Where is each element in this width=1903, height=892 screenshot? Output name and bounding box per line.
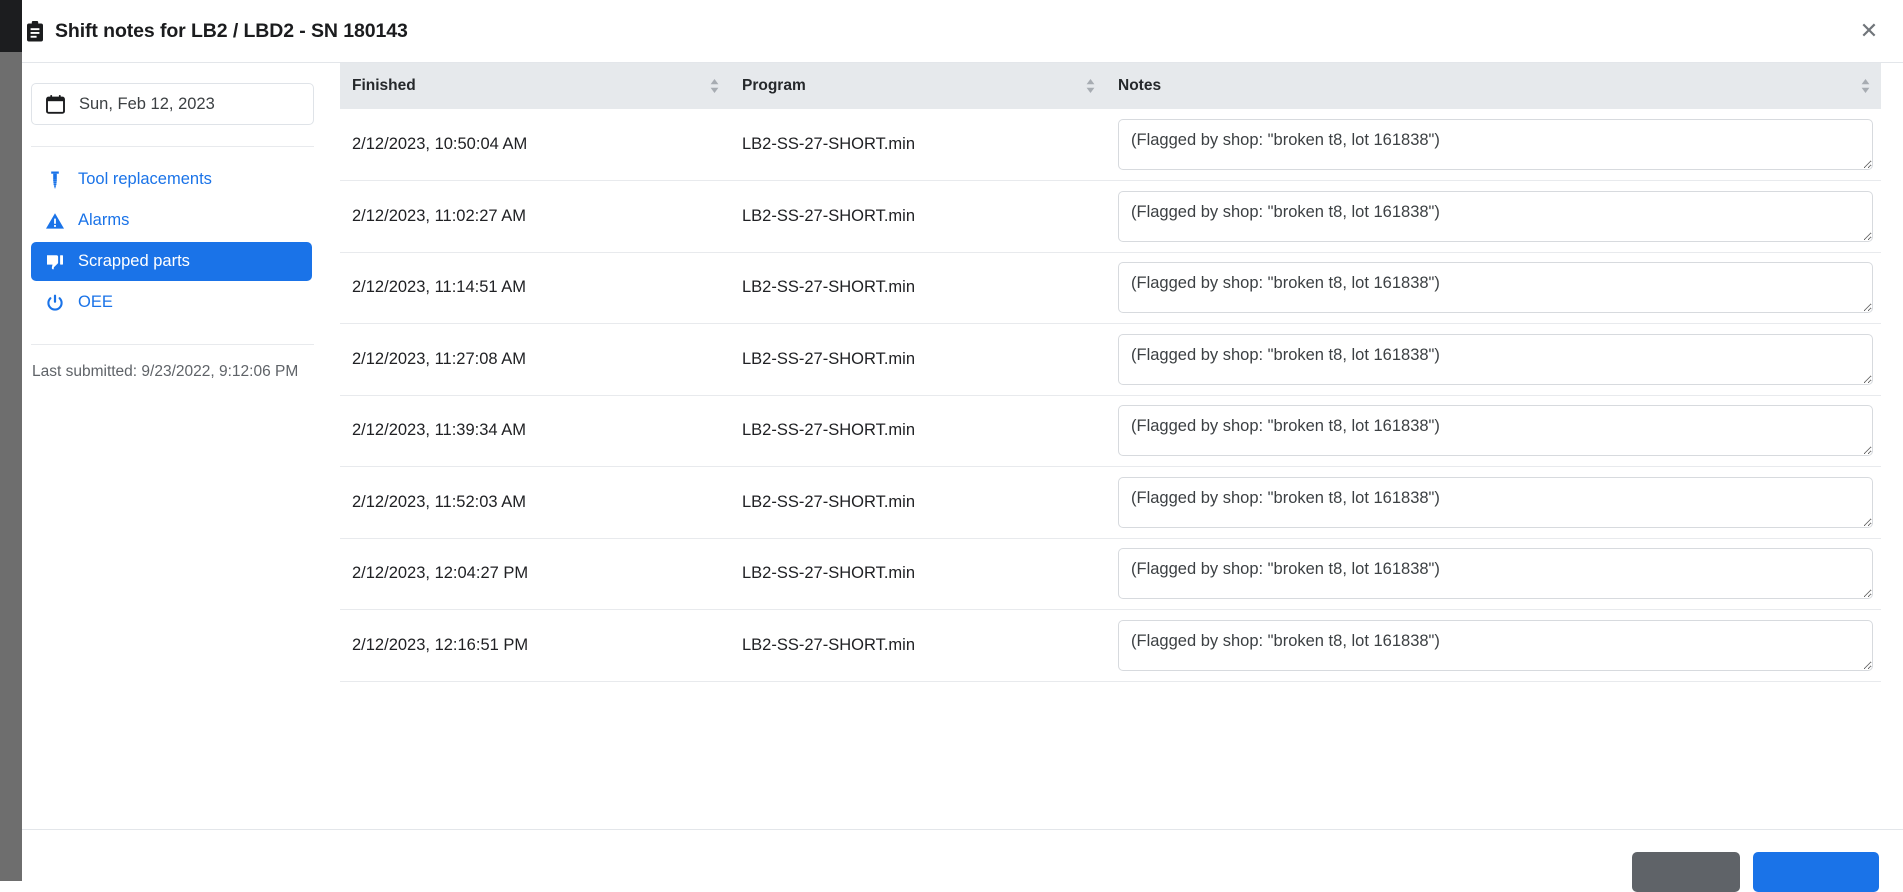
- cell-finished: 2/12/2023, 12:16:51 PM: [340, 609, 730, 682]
- sidebar-divider-bottom: [31, 344, 314, 345]
- sidebar-item-scrapped-parts[interactable]: Scrapped parts: [31, 242, 312, 281]
- thumbs-down-icon: [47, 254, 63, 269]
- table-header-row: Finished Program Notes: [340, 63, 1881, 109]
- note-input[interactable]: [1118, 548, 1873, 600]
- cell-program: LB2-SS-27-SHORT.min: [730, 609, 1106, 682]
- close-icon[interactable]: ✕: [1847, 10, 1891, 52]
- note-input[interactable]: [1118, 190, 1873, 242]
- column-header-program[interactable]: Program: [730, 63, 1106, 109]
- page-title: Shift notes for LB2 / LBD2 - SN 180143: [55, 19, 408, 42]
- note-input[interactable]: [1118, 476, 1873, 528]
- table-row: 2/12/2023, 12:16:51 PM LB2-SS-27-SHORT.mi…: [340, 609, 1881, 682]
- cell-program: LB2-SS-27-SHORT.min: [730, 538, 1106, 610]
- column-header-label: Notes: [1118, 77, 1162, 94]
- note-input[interactable]: [1118, 333, 1873, 385]
- cancel-button[interactable]: [1632, 852, 1740, 892]
- table-row: 2/12/2023, 11:02:27 AM LB2-SS-27-SHORT.mi…: [340, 180, 1881, 253]
- table-area: Finished Program Notes 2/12/2023, 10:50:…: [340, 63, 1903, 829]
- drill-bit-icon: [51, 171, 59, 189]
- table-row: 2/12/2023, 10:50:04 AM LB2-SS-27-SHORT.mi…: [340, 109, 1881, 181]
- column-header-notes[interactable]: Notes: [1106, 63, 1881, 109]
- cell-notes: [1106, 180, 1881, 253]
- sidebar-item-oee[interactable]: OEE: [31, 283, 312, 322]
- cell-finished: 2/12/2023, 11:27:08 AM: [340, 323, 730, 396]
- modal-title-wrap: Shift notes for LB2 / LBD2 - SN 180143: [26, 20, 408, 43]
- table-row: 2/12/2023, 11:14:51 AM LB2-SS-27-SHORT.mi…: [340, 252, 1881, 324]
- calendar-icon: [46, 94, 65, 114]
- cell-finished: 2/12/2023, 10:50:04 AM: [340, 109, 730, 181]
- column-header-label: Program: [742, 77, 806, 94]
- cell-notes: [1106, 395, 1881, 467]
- sidebar: Sun, Feb 12, 2023 Tool replacements Alar…: [0, 63, 340, 829]
- clipboard-icon: [27, 20, 43, 41]
- cell-program: LB2-SS-27-SHORT.min: [730, 252, 1106, 324]
- last-submitted-text: Last submitted: 9/23/2022, 9:12:06 PM: [32, 363, 299, 380]
- sort-arrows-icon: [1086, 79, 1095, 93]
- cell-finished: 2/12/2023, 11:52:03 AM: [340, 466, 730, 539]
- sort-arrows-icon: [1861, 79, 1870, 93]
- cell-notes: [1106, 109, 1881, 181]
- cell-finished: 2/12/2023, 11:39:34 AM: [340, 395, 730, 467]
- sidebar-item-alarms[interactable]: Alarms: [31, 201, 312, 240]
- note-input[interactable]: [1118, 119, 1873, 170]
- sidebar-item-label: Scrapped parts: [78, 252, 190, 270]
- sidebar-item-label: Tool replacements: [78, 170, 212, 188]
- cell-notes: [1106, 609, 1881, 682]
- sort-arrows-icon: [710, 79, 719, 93]
- cell-notes: [1106, 323, 1881, 396]
- note-input[interactable]: [1118, 262, 1873, 314]
- table-body: 2/12/2023, 10:50:04 AM LB2-SS-27-SHORT.mi…: [340, 109, 1881, 682]
- table-row: 2/12/2023, 11:39:34 AM LB2-SS-27-SHORT.mi…: [340, 395, 1881, 467]
- cell-program: LB2-SS-27-SHORT.min: [730, 466, 1106, 539]
- modal-footer: [0, 829, 1903, 892]
- sidebar-item-label: OEE: [78, 293, 113, 311]
- power-icon: [47, 294, 63, 311]
- modal-header: Shift notes for LB2 / LBD2 - SN 180143 ✕: [0, 0, 1903, 63]
- note-input[interactable]: [1118, 405, 1873, 457]
- sidebar-item-tool-replacements[interactable]: Tool replacements: [31, 160, 312, 199]
- modal-body: Sun, Feb 12, 2023 Tool replacements Alar…: [0, 63, 1903, 829]
- note-input[interactable]: [1118, 619, 1873, 671]
- cell-notes: [1106, 538, 1881, 610]
- table-row: 2/12/2023, 11:27:08 AM LB2-SS-27-SHORT.mi…: [340, 323, 1881, 396]
- cell-notes: [1106, 252, 1881, 324]
- cell-program: LB2-SS-27-SHORT.min: [730, 180, 1106, 253]
- shift-notes-modal: Shift notes for LB2 / LBD2 - SN 180143 ✕…: [0, 0, 1903, 892]
- cell-finished: 2/12/2023, 12:04:27 PM: [340, 538, 730, 610]
- modal-backdrop-top: [0, 0, 22, 52]
- cell-finished: 2/12/2023, 11:02:27 AM: [340, 180, 730, 253]
- sidebar-item-label: Alarms: [78, 211, 130, 229]
- sidebar-nav: Tool replacements Alarms Scrapped parts …: [31, 160, 312, 322]
- table-header: Finished Program Notes: [340, 63, 1881, 109]
- sidebar-divider-top: [31, 146, 314, 147]
- submit-button[interactable]: [1753, 852, 1879, 892]
- cell-program: LB2-SS-27-SHORT.min: [730, 395, 1106, 467]
- warning-triangle-icon: [46, 212, 64, 229]
- cell-notes: [1106, 466, 1881, 539]
- cell-finished: 2/12/2023, 11:14:51 AM: [340, 252, 730, 324]
- date-picker[interactable]: Sun, Feb 12, 2023: [31, 83, 314, 125]
- modal-backdrop[interactable]: [0, 0, 22, 881]
- cell-program: LB2-SS-27-SHORT.min: [730, 109, 1106, 181]
- table-row: 2/12/2023, 11:52:03 AM LB2-SS-27-SHORT.mi…: [340, 466, 1881, 539]
- date-picker-value: Sun, Feb 12, 2023: [79, 94, 215, 113]
- cell-program: LB2-SS-27-SHORT.min: [730, 323, 1106, 396]
- column-header-label: Finished: [352, 77, 416, 94]
- table-row: 2/12/2023, 12:04:27 PM LB2-SS-27-SHORT.mi…: [340, 538, 1881, 610]
- column-header-finished[interactable]: Finished: [340, 63, 730, 109]
- shift-notes-table: Finished Program Notes 2/12/2023, 10:50:…: [340, 63, 1881, 682]
